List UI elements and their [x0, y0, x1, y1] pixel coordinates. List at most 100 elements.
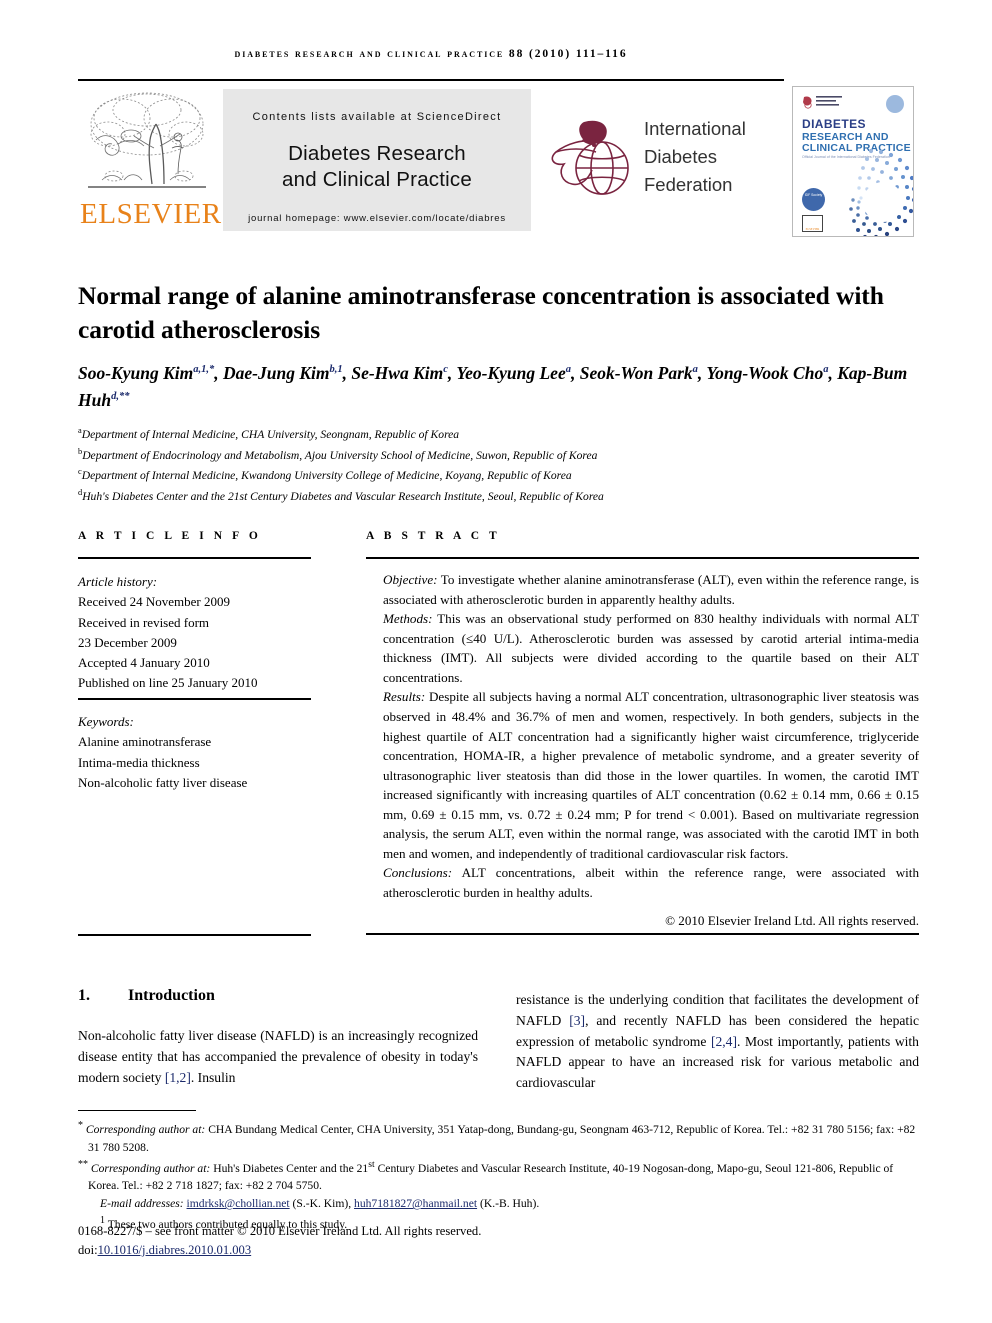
author-affil-marker: b,1 [329, 364, 343, 376]
affiliation-item: cDepartment of Internal Medicine, Kwando… [78, 465, 926, 486]
cover-elsevier-mark: ELSEVIER [802, 215, 823, 232]
sciencedirect-banner: Contents lists available at ScienceDirec… [223, 89, 531, 231]
keyword-item: Intima-media thickness [78, 754, 200, 770]
journal-cover-image: DIABETES RESEARCH AND CLINICAL PRACTICE … [792, 86, 914, 237]
article-history-item: 23 December 2009 [78, 634, 177, 650]
elsevier-logo: ELSEVIER [80, 88, 222, 236]
journal-homepage-line: journal homepage: www.elsevier.com/locat… [248, 213, 506, 225]
article-info-bottom-rule [78, 934, 311, 936]
author-list: Soo-Kyung Kima,1,*, Dae-Jung Kimb,1, Se-… [78, 363, 908, 410]
affiliation-text: Huh's Diabetes Center and the 21st Centu… [82, 489, 604, 503]
abstract-methods: Methods: This was an observational study… [383, 609, 919, 687]
idf-line-3: Federation [644, 174, 733, 196]
affiliation-list: aDepartment of Internal Medicine, CHA Un… [78, 424, 926, 506]
doi-line: doi:10.1016/j.diabres.2010.01.003 [78, 1241, 926, 1260]
idf-bird-globe-icon [540, 108, 640, 208]
journal-title: Diabetes Research and Clinical Practice [223, 141, 531, 193]
idf-wordmark: International Diabetes Federation [644, 115, 746, 199]
doi-label: doi: [78, 1242, 98, 1257]
email-addresses-label: E-mail addresses: [100, 1197, 184, 1211]
idf-logo: International Diabetes Federation [540, 103, 770, 218]
email-owner-1: (S.-K. Kim), [289, 1197, 355, 1211]
article-history-item: Received in revised form [78, 614, 210, 630]
footnote-text-a: Huh's Diabetes Center and the 21 [210, 1161, 369, 1175]
section-heading-introduction: 1. Introduction [78, 987, 215, 1005]
idf-line-2: Diabetes [644, 146, 718, 168]
issn-front-matter-line: 0168-8227/$ – see front matter © 2010 El… [78, 1224, 482, 1238]
footnote-text: CHA Bundang Medical Center, CHA Universi… [88, 1122, 916, 1154]
abstract-body: Objective: To investigate whether alanin… [383, 570, 919, 903]
author-affil-marker: a [823, 364, 829, 376]
article-history-item: Accepted 4 January 2010 [78, 655, 210, 671]
cover-title-line-1: DIABETES [802, 117, 866, 131]
footnote-corresponding-2: ** Corresponding author at: Huh's Diabet… [78, 1157, 926, 1196]
keywords-label: Keywords: [78, 714, 134, 729]
author-name: Yong-Wook Cho [706, 363, 824, 383]
abstract-methods-label: Methods: [383, 611, 433, 627]
journal-title-line-2: and Clinical Practice [282, 168, 472, 192]
footnote-emails: E-mail addresses: imdrksk@chollian.net (… [78, 1195, 926, 1213]
body-column-left: Non-alcoholic fatty liver disease (NAFLD… [78, 1026, 478, 1088]
author-name: Yeo-Kyung Lee [456, 363, 566, 383]
keyword-list: Keywords: Alanine aminotransferase Intim… [78, 712, 338, 793]
affiliation-item: bDepartment of Endocrinology and Metabol… [78, 445, 926, 466]
cover-badge-label: IDF Society [804, 193, 823, 197]
abstract-bottom-rule [366, 933, 919, 936]
author-name: Dae-Jung Kim [223, 363, 330, 383]
footnote-label: Corresponding author at: [90, 1161, 211, 1175]
cover-elsevier-label: ELSEVIER [805, 227, 820, 231]
author-affil-marker: c [443, 364, 448, 376]
running-head: Diabetes Research and Clinical Practice … [234, 48, 628, 60]
abstract-objective-label: Objective: [383, 572, 438, 587]
abstract-results: Results: Despite all subjects having a n… [383, 687, 919, 863]
keyword-item: Non-alcoholic fatty liver disease [78, 774, 248, 790]
author-affil-marker: a,1,* [193, 364, 215, 376]
abstract-methods-text: This was an observational study performe… [383, 611, 919, 685]
email-link-1[interactable]: imdrksk@chollian.net [187, 1197, 290, 1210]
article-history-item: Published on line 25 January 2010 [78, 675, 258, 691]
footnote-block: * Corresponding author at: CHA Bundang M… [78, 1118, 926, 1234]
intro-left-text-a: Non-alcoholic fatty liver disease (NAFLD… [78, 1028, 478, 1085]
citation-ref[interactable]: [1,2] [165, 1070, 191, 1085]
sciencedirect-contents-line: Contents lists available at ScienceDirec… [252, 111, 502, 123]
abstract-objective-text: To investigate whether alanine aminotran… [383, 572, 919, 607]
cover-idf-mark-icon [801, 94, 847, 110]
abstract-results-text: Despite all subjects having a normal ALT… [383, 689, 919, 861]
citation-ref[interactable]: [2,4] [711, 1034, 737, 1049]
abstract-copyright: © 2010 Elsevier Ireland Ltd. All rights … [665, 913, 919, 928]
footnote-label: Corresponding author at: [85, 1122, 206, 1136]
author-affil-marker: d,** [111, 390, 130, 402]
affiliation-text: Department of Internal Medicine, Kwandon… [81, 468, 572, 482]
elsevier-tree-icon [84, 88, 210, 198]
affiliation-item: dHuh's Diabetes Center and the 21st Cent… [78, 486, 926, 507]
abstract-results-label: Results: [383, 689, 426, 705]
keyword-item: Alanine aminotransferase [78, 734, 212, 750]
imprint-block: 0168-8227/$ – see front matter © 2010 El… [78, 1222, 926, 1260]
idf-line-1: International [644, 118, 746, 139]
footnote-marker: ** [78, 1158, 88, 1170]
footnote-rule [78, 1110, 196, 1112]
doi-link[interactable]: 10.1016/j.diabres.2010.01.003 [98, 1243, 252, 1257]
elsevier-wordmark: ELSEVIER [80, 198, 222, 230]
abstract-conclusions: Conclusions: ALT concentrations, albeit … [383, 863, 919, 902]
abstract-heading: A B S T R A C T [366, 530, 501, 542]
author-name: Seok-Won Park [579, 363, 693, 383]
footnote-marker: * [78, 1120, 83, 1131]
author-affil-marker: a [565, 364, 571, 376]
author-name: Soo-Kyung Kim [78, 363, 194, 383]
cover-accent-dot [886, 95, 904, 113]
email-owner-2: (K.-B. Huh). [477, 1197, 540, 1211]
journal-article-page: Diabetes Research and Clinical Practice … [0, 0, 992, 1323]
abstract-conclusions-label: Conclusions: [383, 865, 453, 881]
article-info-heading: A R T I C L E I N F O [78, 530, 262, 542]
intro-left-text-b: . Insulin [190, 1069, 236, 1085]
article-history-label: Article history: [78, 574, 158, 589]
article-info-top-rule [78, 557, 311, 559]
abstract-conclusions-text: ALT concentrations, albeit within the re… [383, 865, 919, 900]
masthead: ELSEVIER Contents lists available at Sci… [78, 85, 784, 237]
cover-society-badge: IDF Society [802, 188, 825, 211]
email-link-2[interactable]: huh7181827@hanmail.net [354, 1197, 477, 1210]
section-number: 1. [78, 987, 90, 1004]
abstract-top-rule [366, 557, 919, 559]
citation-ref[interactable]: [3] [569, 1013, 585, 1028]
